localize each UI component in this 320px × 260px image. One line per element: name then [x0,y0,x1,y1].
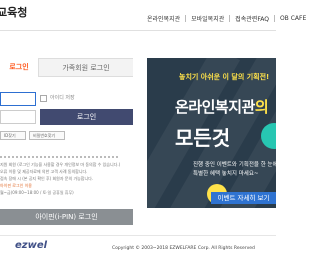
footer-divider [0,235,276,236]
login-notes: 지원 회원 (로그인 기능을 사용할 경우 개인정보 마 동의합 수 있습니다.… [0,156,120,196]
banner-description-1: 진행 중인 이벤트와 기획전을 한 눈에 [193,162,276,168]
tab-login[interactable]: 로그인 [0,58,39,77]
banner-headline-b: 의 [254,98,269,116]
top-navigation: 온라인복지관 모바일복지관 접속관련FAQ OB CAFE [147,14,306,23]
nav-faq[interactable]: 접속관련FAQ [235,14,269,23]
login-button[interactable]: 로그인 [40,109,133,125]
divider [0,156,120,158]
find-password-button[interactable]: 비밀번호찾기 [29,131,65,140]
banner-headline-a: 온라인복지관 [175,98,255,116]
save-id-label: 아이디 저장 [50,95,75,101]
login-panel: 로그인 가족회원 로그인 아이디 저장 로그인 ID찾기 비밀번호찾기 지원 회… [0,58,133,208]
top-bar: 교육청 온라인복지관 모바일복지관 접속관련FAQ OB CAFE [0,0,306,30]
note-line: 접속 장애 시 (본 공지 확인 후) 회원자 문의 가능합니다. [0,176,94,181]
note-line: 지원 회원 (로그인 기능을 사용할 경우 개인정보 마 동의합 수 있습니다.… [0,162,121,167]
banner-headline: 온라인복지관의 [175,96,269,117]
event-detail-button[interactable]: 이벤트 자세히 보기 [211,192,276,204]
promo-banner[interactable]: 놓치기 아쉬운 이 달의 기획전! 온라인복지관의 모든것 진행 중인 이벤트와… [147,58,276,208]
id-input[interactable] [0,92,36,106]
nav-separator [229,15,231,22]
tab-family-login[interactable]: 가족회원 로그인 [39,58,133,77]
banner-description-2: 특별한 혜택 놓치지 마세요~ [193,171,259,177]
copyright-text: Copyright © 2003~2018 EZWELFARE Corp. Al… [112,246,255,251]
nav-separator [273,15,275,22]
banner-headline-2: 모든것 [175,126,231,150]
brand-title: 교육청 [0,6,28,19]
account-helper-buttons: ID찾기 비밀번호찾기 [0,131,68,140]
note-line: 월~금(09:00~18:00 / 토·일 공휴일 휴무) [0,190,74,195]
header-divider [0,30,276,31]
find-id-button[interactable]: ID찾기 [0,131,26,140]
banner-top-text: 놓치기 아쉬운 이 달의 기획전! [179,73,270,81]
nav-separator [185,15,187,22]
password-input[interactable] [0,110,36,124]
ezwel-logo: ezwel [15,240,48,251]
nav-online-welfare[interactable]: 온라인복지관 [147,14,180,23]
nav-mobile-welfare[interactable]: 모바일복지관 [191,14,224,23]
note-line: 아이핀 로그인 이용 [0,183,32,188]
ipin-login-button[interactable]: 아이핀(i-PIN) 로그인 [0,209,133,225]
save-id-checkbox[interactable] [40,95,47,102]
nav-ob-cafe[interactable]: OB CAFE [280,15,306,22]
note-line: 오류 이용 및 제공자료에 의한 고객 사례 동의합니다. [0,169,88,174]
login-tabs: 로그인 가족회원 로그인 [0,58,133,77]
